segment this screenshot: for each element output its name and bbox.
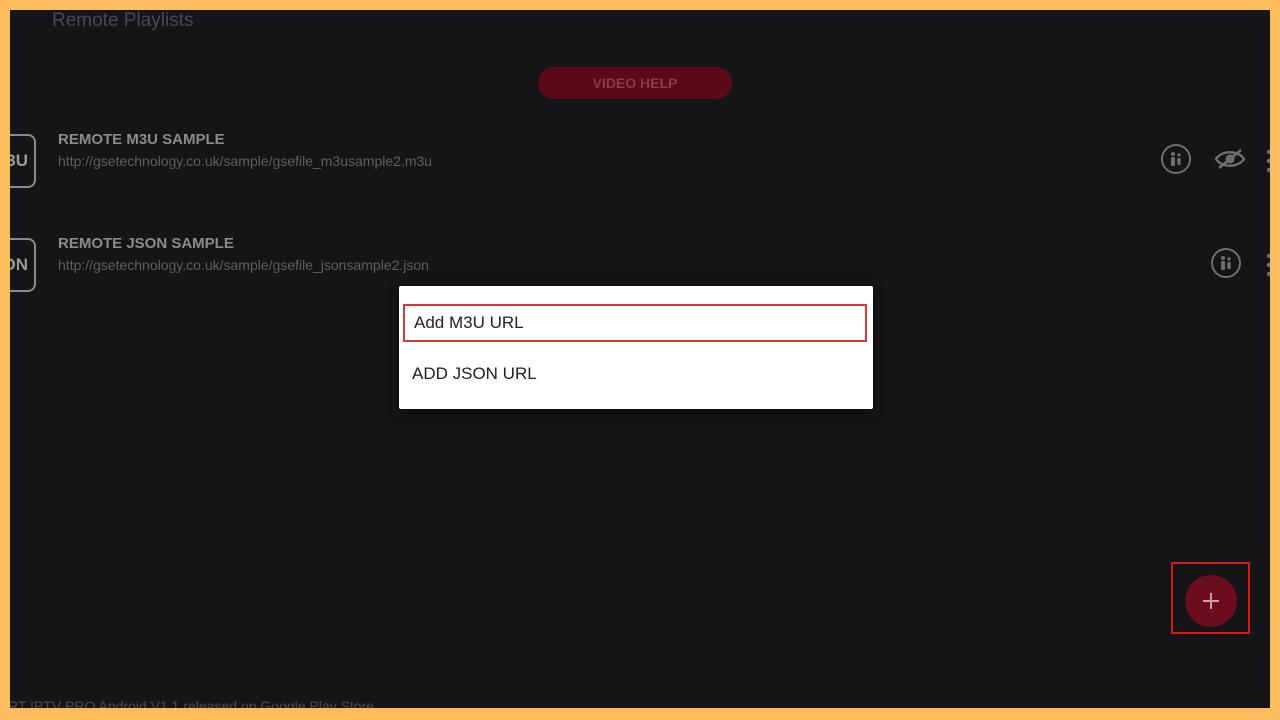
more-options-button[interactable]: [1266, 149, 1270, 173]
parental-control-button[interactable]: [1161, 144, 1191, 174]
video-help-button[interactable]: VIDEO HELP: [538, 67, 732, 99]
json-badge: ON: [10, 238, 36, 292]
family-icon: [1221, 256, 1231, 270]
playlist-title: REMOTE JSON SAMPLE: [58, 235, 234, 252]
kebab-icon: [1266, 149, 1270, 173]
more-options-button[interactable]: [1266, 253, 1270, 277]
playlist-title: REMOTE M3U SAMPLE: [58, 131, 225, 148]
add-playlist-fab[interactable]: [1185, 575, 1237, 627]
app-screen: Remote Playlists VIDEO HELP 3U REMOTE M3…: [10, 10, 1270, 708]
plus-icon: [1203, 593, 1219, 609]
playlist-url: http://gsetechnology.co.uk/sample/gsefil…: [58, 153, 433, 169]
kebab-icon: [1266, 253, 1270, 277]
add-playlist-dialog: Add M3U URL ADD JSON URL: [399, 286, 873, 409]
page-title: Remote Playlists: [52, 10, 194, 31]
footer-marquee: RT IPTV PRO Android V1.1 released on Goo…: [10, 698, 375, 708]
playlist-row-m3u[interactable]: 3U REMOTE M3U SAMPLE http://gsetechnolog…: [10, 128, 1270, 198]
playlist-url: http://gsetechnology.co.uk/sample/gsefil…: [58, 257, 429, 273]
add-json-url-option[interactable]: ADD JSON URL: [403, 355, 867, 393]
orange-frame: Remote Playlists VIDEO HELP 3U REMOTE M3…: [0, 0, 1280, 720]
family-icon: [1171, 152, 1181, 166]
hide-playlist-button[interactable]: [1213, 147, 1247, 171]
parental-control-button[interactable]: [1211, 248, 1241, 278]
eye-slash-icon: [1214, 148, 1246, 170]
add-m3u-url-option[interactable]: Add M3U URL: [403, 304, 867, 342]
m3u-badge: 3U: [10, 134, 36, 188]
